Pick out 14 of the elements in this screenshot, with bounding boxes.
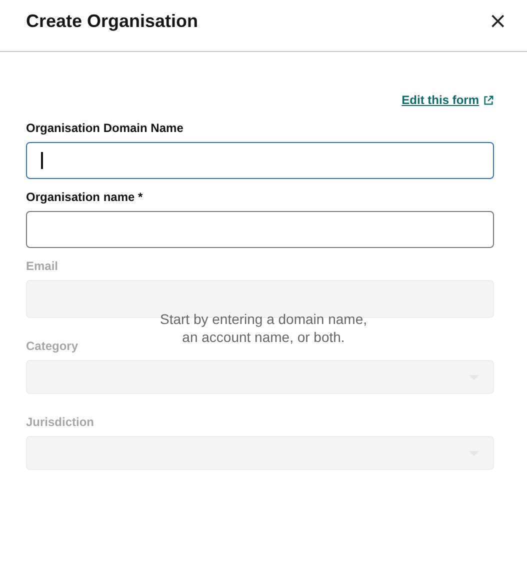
input-field[interactable] [26,211,494,248]
hint-text: Start by entering a domain name, [160,310,367,328]
hint-text: an account name, or both. [182,328,345,346]
input-field[interactable] [26,142,494,179]
text-cursor [41,152,42,169]
field-label: Category [26,340,78,352]
field-label: Organisation name * [26,191,143,203]
close-button[interactable]: × [486,8,509,34]
external-link-icon [483,94,494,106]
field-label: Jurisdiction [26,416,94,428]
dialog-title: Create Organisation [26,11,198,32]
edit-form-link[interactable]: Edit this form [402,93,479,107]
field-label: Email [26,260,58,272]
field-label: Organisation Domain Name [26,122,184,134]
